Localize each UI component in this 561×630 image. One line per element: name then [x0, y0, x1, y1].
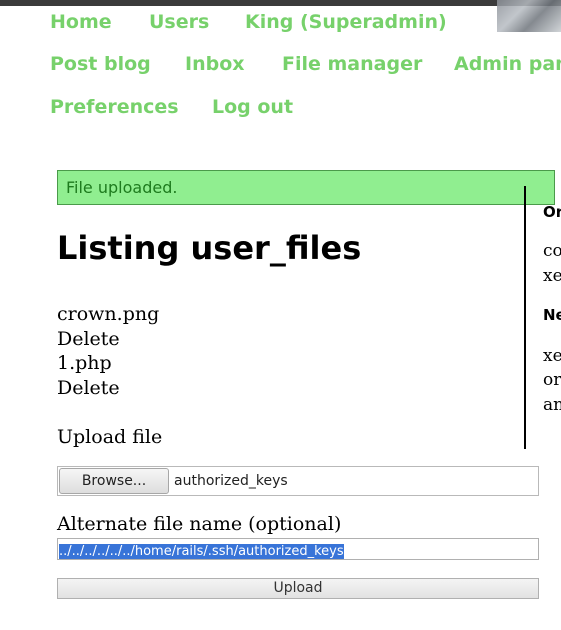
nav-users-link[interactable]: Users	[149, 11, 209, 33]
alt-file-name-input[interactable]: ../../../../../../home/rails/.ssh/author…	[57, 538, 539, 560]
sidebar-text: xe	[543, 266, 561, 286]
file-input[interactable]: Browse... authorized_keys	[57, 466, 539, 496]
sidebar-text: co	[543, 241, 561, 261]
file-name[interactable]: crown.png	[57, 302, 159, 326]
sidebar-divider	[524, 186, 526, 449]
browse-button[interactable]: Browse...	[59, 468, 169, 494]
flash-notice: File uploaded.	[57, 170, 555, 205]
upload-button[interactable]: Upload	[57, 578, 539, 599]
alt-file-name-value: ../../../../../../home/rails/.ssh/author…	[59, 544, 344, 559]
upload-file-label: Upload file	[57, 426, 163, 448]
sidebar-heading: Or	[543, 203, 561, 221]
selected-file-name: authorized_keys	[174, 473, 288, 489]
sidebar-text: an	[543, 395, 561, 415]
nav-preferences-link[interactable]: Preferences	[50, 96, 179, 118]
nav-home-link[interactable]: Home	[50, 11, 112, 33]
nav-file-manager-link[interactable]: File manager	[282, 53, 422, 75]
nav-log-out-link[interactable]: Log out	[212, 96, 293, 118]
nav-admin-panel-link[interactable]: Admin panel	[454, 53, 561, 75]
header-image	[497, 0, 561, 32]
delete-file-link[interactable]: Delete	[57, 327, 120, 351]
delete-file-link[interactable]: Delete	[57, 376, 120, 400]
browser-top-strip	[0, 0, 561, 6]
sidebar-heading: Ne	[543, 306, 561, 324]
nav-post-blog-link[interactable]: Post blog	[50, 53, 151, 75]
alt-file-name-label: Alternate file name (optional)	[57, 513, 342, 535]
file-name[interactable]: 1.php	[57, 351, 112, 375]
sidebar-text: xe	[543, 346, 561, 366]
nav-inbox-link[interactable]: Inbox	[185, 53, 245, 75]
page-title: Listing user_files	[57, 229, 362, 267]
nav-profile-link[interactable]: King (Superadmin)	[245, 11, 447, 33]
sidebar-text: or	[543, 370, 561, 390]
